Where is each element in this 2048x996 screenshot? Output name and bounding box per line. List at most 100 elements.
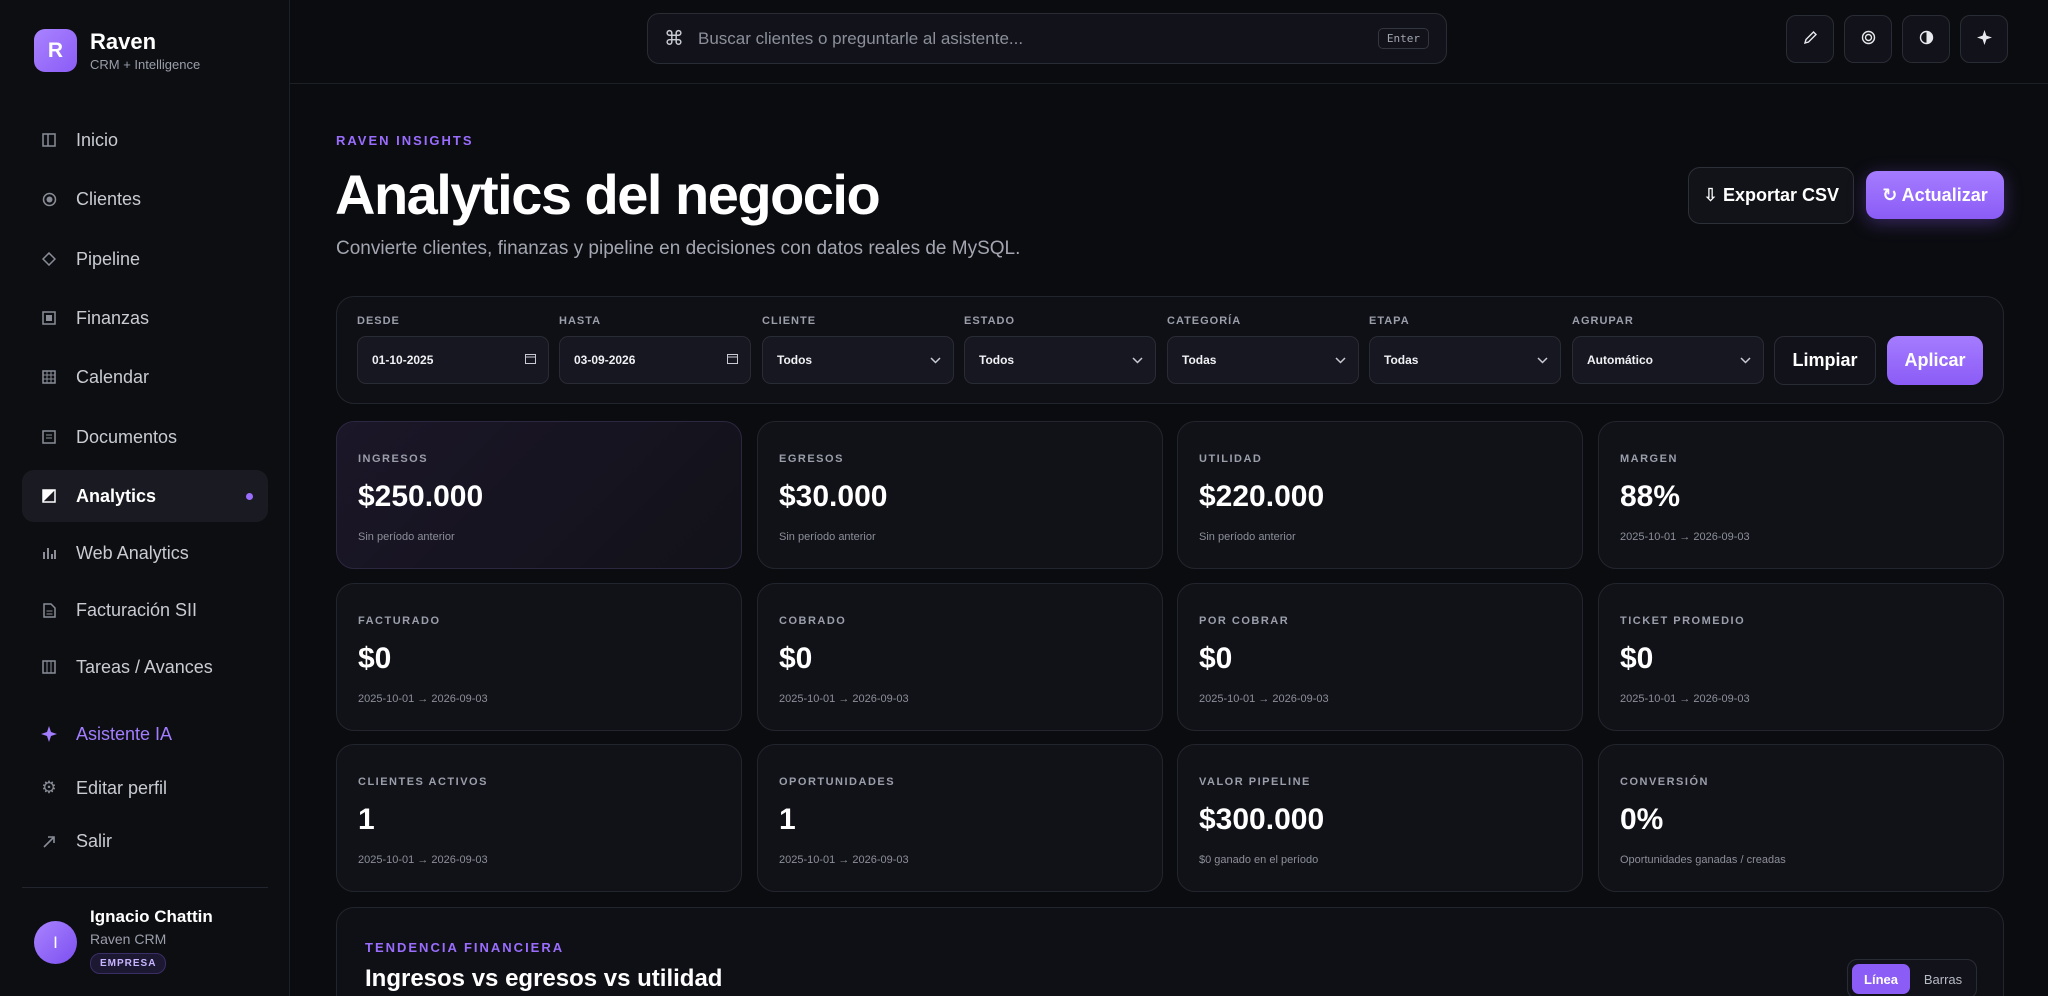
kpi-value: $0 [779, 642, 813, 675]
pencil-icon [1803, 30, 1818, 49]
kpi-subtext: 2025-10-01 → 2026-09-03 [1620, 531, 1750, 543]
page-subtitle: Convierte clientes, finanzas y pipeline … [336, 238, 1021, 259]
kpi-card-por-cobrar: POR COBRAR $0 2025-10-01 → 2026-09-03 [1177, 583, 1583, 731]
trend-eyebrow: TENDENCIA FINANCIERA [365, 940, 565, 955]
stage-select[interactable]: Todas [1369, 336, 1561, 384]
filter-label: HASTA [559, 315, 602, 327]
enter-shortcut-hint: Enter [1377, 28, 1429, 49]
sidebar-item-label: Asistente IA [76, 723, 173, 744]
kpi-card-facturado: FACTURADO $0 2025-10-01 → 2026-09-03 [336, 583, 742, 731]
kpi-value: $250.000 [358, 480, 484, 513]
kpi-card-clientes-activos: CLIENTES ACTIVOS 1 2025-10-01 → 2026-09-… [336, 744, 742, 892]
sidebar-item-tareas[interactable]: Tareas / Avances [22, 641, 268, 693]
filter-desde: DESDE 01-10-2025 [357, 315, 549, 384]
sidebar-item-pipeline[interactable]: Pipeline [22, 233, 268, 285]
filter-cliente: CLIENTE Todos [762, 315, 954, 384]
client-select-value: Todos [777, 353, 813, 367]
financial-trend-panel: TENDENCIA FINANCIERA Ingresos vs egresos… [336, 907, 2004, 996]
clear-filters-button[interactable]: Limpiar [1774, 336, 1876, 385]
sidebar-item-label: Clientes [76, 188, 142, 209]
sidebar-item-label: Tareas / Avances [76, 656, 213, 677]
kpi-value: 88% [1620, 480, 1681, 513]
sidebar-item-analytics[interactable]: Analytics [22, 470, 268, 522]
sparkle-icon [41, 726, 57, 742]
kpi-label: EGRESOS [779, 453, 844, 465]
group-by-select-value: Automático [1587, 353, 1653, 367]
sidebar-item-salir[interactable]: Salir [22, 815, 268, 867]
kpi-label: CLIENTES ACTIVOS [358, 776, 488, 788]
date-from-value: 01-10-2025 [372, 353, 434, 367]
kpi-label: CONVERSIÓN [1620, 776, 1709, 788]
sidebar: R Raven CRM + Intelligence Inicio Client… [0, 0, 290, 996]
filter-label: DESDE [357, 315, 400, 327]
ai-button[interactable] [1960, 15, 2008, 63]
kpi-subtext: Sin período anterior [358, 531, 455, 543]
filter-agrupar: AGRUPAR Automático [1572, 315, 1764, 384]
refresh-button[interactable]: ↻ Actualizar [1866, 171, 2004, 219]
sidebar-item-finanzas[interactable]: Finanzas [22, 292, 268, 344]
apply-filters-button[interactable]: Aplicar [1887, 336, 1983, 385]
target-icon [41, 191, 57, 207]
search-input[interactable]: Buscar clientes o preguntarle al asisten… [698, 29, 1378, 49]
sidebar-item-asistente-ia[interactable]: Asistente IA [22, 708, 268, 760]
kpi-value: 0% [1620, 803, 1664, 836]
sidebar-item-inicio[interactable]: Inicio [22, 114, 268, 166]
kpi-value: $300.000 [1199, 803, 1325, 836]
group-by-select[interactable]: Automático [1572, 336, 1764, 384]
search-bar[interactable]: ⌘ Buscar clientes o preguntarle al asist… [647, 13, 1447, 64]
theme-toggle-button[interactable] [1902, 15, 1950, 63]
calendar-icon[interactable] [727, 353, 738, 367]
kpi-label: INGRESOS [358, 453, 429, 465]
user-company: Raven CRM [90, 931, 167, 947]
diamond-icon [41, 251, 57, 267]
sidebar-item-facturacion[interactable]: Facturación SII [22, 584, 268, 636]
calendar-icon[interactable] [525, 353, 536, 367]
category-select[interactable]: Todas [1167, 336, 1359, 384]
export-csv-button[interactable]: ⇩ Exportar CSV [1688, 167, 1854, 224]
toggle-bars-button[interactable]: Barras [1914, 964, 1972, 994]
kpi-subtext: 2025-10-01 → 2026-09-03 [1199, 693, 1329, 705]
client-select[interactable]: Todos [762, 336, 954, 384]
status-select[interactable]: Todos [964, 336, 1156, 384]
chevron-down-icon [1537, 353, 1548, 367]
kpi-subtext: 2025-10-01 → 2026-09-03 [358, 693, 488, 705]
kpi-label: VALOR PIPELINE [1199, 776, 1311, 788]
kpi-subtext: Sin período anterior [1199, 531, 1296, 543]
sidebar-divider [22, 887, 268, 888]
kpi-subtext: Oportunidades ganadas / creadas [1620, 854, 1786, 866]
sidebar-item-label: Web Analytics [76, 542, 189, 563]
date-from-input[interactable]: 01-10-2025 [357, 336, 549, 384]
kpi-card-valor-pipeline: VALOR PIPELINE $300.000 $0 ganado en el … [1177, 744, 1583, 892]
kpi-value: 1 [358, 803, 375, 836]
bar-chart-icon [41, 545, 57, 561]
sidebar-item-label: Inicio [76, 129, 119, 150]
kpi-label: POR COBRAR [1199, 615, 1290, 627]
arrow-up-right-icon [41, 833, 57, 849]
focus-button[interactable] [1844, 15, 1892, 63]
kpi-card-egresos: EGRESOS $30.000 Sin período anterior [757, 421, 1163, 569]
half-square-icon [41, 488, 57, 504]
filter-label: AGRUPAR [1572, 315, 1634, 327]
chart-type-toggle: Línea Barras [1847, 959, 1977, 996]
kpi-card-ingresos: INGRESOS $250.000 Sin período anterior [336, 421, 742, 569]
filters-panel: DESDE 01-10-2025 HASTA 03-09-2026 CLIENT… [336, 296, 2004, 404]
active-indicator [246, 493, 253, 500]
sidebar-item-editar-perfil[interactable]: ⚙ Editar perfil [22, 762, 268, 814]
chevron-down-icon [1335, 353, 1346, 367]
brand-name: Raven [90, 29, 157, 54]
filter-etapa: ETAPA Todas [1369, 315, 1561, 384]
filter-label: CATEGORÍA [1167, 315, 1242, 327]
sidebar-item-label: Analytics [76, 485, 157, 506]
edit-button[interactable] [1786, 15, 1834, 63]
user-profile[interactable]: I Ignacio Chattin Raven CRM EMPRESA [34, 906, 213, 974]
sidebar-item-calendar[interactable]: Calendar [22, 351, 268, 403]
toggle-line-button[interactable]: Línea [1852, 964, 1910, 994]
sidebar-item-clientes[interactable]: Clientes [22, 173, 268, 225]
document-list-icon [41, 429, 57, 445]
sparkle-icon [1976, 29, 1992, 49]
sidebar-item-documentos[interactable]: Documentos [22, 411, 268, 463]
kpi-card-conversion: CONVERSIÓN 0% Oportunidades ganadas / cr… [1598, 744, 2004, 892]
date-to-input[interactable]: 03-09-2026 [559, 336, 751, 384]
sidebar-item-web-analytics[interactable]: Web Analytics [22, 527, 268, 579]
brand[interactable]: R Raven CRM + Intelligence [34, 29, 200, 72]
